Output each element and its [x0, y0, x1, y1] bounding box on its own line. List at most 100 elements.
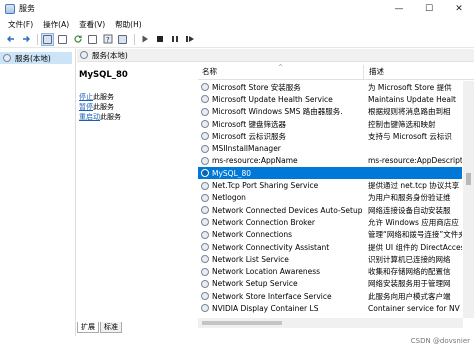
view-tabs: 扩展 标准: [77, 322, 123, 334]
table-row[interactable]: Microsoft 键盘筛选器 控制击键筛选和映射: [198, 118, 462, 130]
service-name-cell: Microsoft Store 安装服务: [212, 82, 301, 92]
service-name-cell: Network Connection Broker: [212, 217, 315, 227]
service-description-cell: 网络安装服务用于管理网: [368, 279, 451, 289]
table-row[interactable]: Network Connectivity Assistant 提供 UI 组件的 …: [198, 241, 462, 253]
table-row[interactable]: Microsoft Update Health Service Maintains…: [198, 93, 462, 105]
gear-icon: [201, 304, 209, 313]
tree-item-services-local[interactable]: 服务(本地): [0, 52, 72, 64]
table-row[interactable]: ms-resource:AppName ms-resource:AppDescri…: [198, 155, 462, 167]
service-name-cell: NVIDIA Display Container LS: [212, 303, 319, 313]
scroll-thumb[interactable]: [202, 321, 282, 325]
details-view-icon[interactable]: [116, 33, 129, 46]
horizontal-scrollbar[interactable]: [198, 318, 463, 328]
table-row[interactable]: NVIDIA Display Container LS Container ser…: [198, 302, 462, 314]
table-row[interactable]: Network Connections 管理“网络和拨号连接”文件夹: [198, 229, 462, 241]
selected-service-name: MySQL_80: [79, 70, 128, 80]
export-list-icon[interactable]: [86, 33, 99, 46]
menu-view[interactable]: 查看(V): [74, 19, 110, 30]
action-suffix: 此服务: [100, 113, 121, 121]
service-name-cell: Microsoft Windows SMS 路由器服务.: [212, 107, 343, 117]
column-header-name[interactable]: 名称: [202, 66, 217, 77]
toolbar-divider: [37, 33, 38, 45]
tab-standard[interactable]: 标准: [100, 322, 122, 333]
service-rows: Microsoft Store 安装服务 为 Microsoft Store 提供…: [198, 81, 462, 315]
pause-service-link[interactable]: 暂停: [79, 103, 93, 111]
tab-extended[interactable]: 扩展: [77, 322, 99, 333]
help-icon[interactable]: ?: [101, 33, 114, 46]
scroll-thumb[interactable]: [466, 173, 471, 185]
gear-icon: [3, 54, 11, 62]
action-pause-line: 暂停此服务: [79, 102, 114, 112]
stop-service-icon[interactable]: [153, 33, 166, 46]
stop-service-link[interactable]: 停止: [79, 93, 93, 101]
column-header-description[interactable]: 描述: [369, 66, 384, 77]
table-row[interactable]: Network List Service 识别计算机已连接的网络: [198, 253, 462, 265]
table-row[interactable]: MSIInstallManager: [198, 142, 462, 154]
service-name-cell: Network Connected Devices Auto-Setup: [212, 205, 363, 215]
gear-icon: [201, 230, 209, 239]
maximize-button[interactable]: ☐: [414, 0, 444, 17]
menu-bar: 文件(F) 操作(A) 查看(V) 帮助(H): [0, 17, 474, 31]
service-description-cell: 网络连接设备自动安装服: [368, 205, 451, 215]
table-row[interactable]: MySQL_80: [198, 167, 462, 180]
table-row[interactable]: Network Location Awareness 收集和存储网络的配置信: [198, 265, 462, 277]
tree-item-label: 服务(本地): [15, 53, 51, 63]
table-row[interactable]: Network Connected Devices Auto-Setup 网络连接…: [198, 204, 462, 216]
table-row[interactable]: Network Setup Service 网络安装服务用于管理网: [198, 278, 462, 290]
table-row[interactable]: Network Connection Broker 允许 Windows 应用商店…: [198, 216, 462, 228]
table-row[interactable]: Network Store Interface Service 此服务向用户模式客…: [198, 290, 462, 302]
close-button[interactable]: ✕: [444, 0, 474, 17]
service-description-cell: 为用户和服务身份验证维: [368, 193, 451, 203]
properties-icon[interactable]: [56, 33, 69, 46]
menu-action[interactable]: 操作(A): [38, 19, 74, 30]
toolbar: ?: [0, 31, 474, 48]
service-name-cell: MySQL_80: [212, 168, 252, 178]
service-description-cell: 提供通过 net.tcp 协议共享: [368, 181, 460, 191]
service-description-cell: 收集和存储网络的配置信: [368, 267, 451, 277]
service-name-cell: MSIInstallManager: [212, 144, 281, 154]
table-row[interactable]: Microsoft Store 安装服务 为 Microsoft Store 提供: [198, 81, 462, 93]
action-suffix: 此服务: [93, 103, 114, 111]
menu-help[interactable]: 帮助(H): [110, 19, 147, 30]
service-description-cell: 提供 UI 组件的 DirectAccess: [368, 242, 462, 252]
column-divider[interactable]: [363, 65, 364, 79]
gear-icon: [201, 83, 209, 92]
service-description-cell: Maintains Update Healt: [368, 94, 456, 104]
main-pane-header: 服务(本地): [77, 49, 474, 62]
service-name-cell: Net.Tcp Port Sharing Service: [212, 181, 319, 191]
action-restart-line: 重启动此服务: [79, 112, 121, 122]
service-name-cell: Network List Service: [212, 254, 289, 264]
service-detail-pane: MySQL_80 停止此服务 暂停此服务 重启动此服务: [77, 63, 197, 318]
sort-ascending-icon: ^: [278, 64, 284, 71]
service-description-cell: ms-resource:AppDescriptio: [368, 156, 462, 166]
service-description-cell: 为 Microsoft Store 提供: [368, 82, 452, 92]
start-service-icon[interactable]: [138, 33, 151, 46]
service-name-cell: Microsoft 云标识服务: [212, 131, 287, 141]
restart-service-link[interactable]: 重启动: [79, 113, 100, 121]
service-description-cell: 管理“网络和拨号连接”文件夹: [368, 230, 462, 240]
service-description-cell: 控制击键筛选和映射: [368, 119, 436, 129]
table-row[interactable]: Net.Tcp Port Sharing Service 提供通过 net.tcp…: [198, 179, 462, 191]
gear-icon: [80, 51, 88, 59]
menu-file[interactable]: 文件(F): [3, 19, 38, 30]
service-name-cell: ms-resource:AppName: [212, 156, 298, 166]
svg-text:?: ?: [106, 36, 110, 44]
list-header: ^ 名称 描述: [198, 63, 474, 80]
vertical-scrollbar[interactable]: [463, 81, 474, 318]
refresh-icon[interactable]: [71, 33, 84, 46]
minimize-button[interactable]: —: [384, 0, 414, 17]
table-row[interactable]: Netlogon 为用户和服务身份验证维: [198, 192, 462, 204]
restart-service-icon[interactable]: [183, 33, 196, 46]
gear-icon: [201, 218, 209, 227]
back-arrow-icon[interactable]: [4, 33, 17, 46]
gear-icon: [201, 193, 209, 202]
table-row[interactable]: Microsoft 云标识服务 支持与 Microsoft 云标识: [198, 130, 462, 142]
services-app-icon: [5, 3, 15, 14]
watermark: CSDN @dovsnier: [410, 337, 470, 345]
forward-arrow-icon[interactable]: [19, 33, 32, 46]
service-description-cell: Container service for NV: [368, 303, 460, 313]
pause-service-icon[interactable]: [168, 33, 181, 46]
table-row[interactable]: Microsoft Windows SMS 路由器服务. 根据规则将消息路由到相: [198, 106, 462, 118]
console-tree: 服务(本地): [0, 49, 76, 336]
console-tree-icon[interactable]: [41, 32, 54, 46]
